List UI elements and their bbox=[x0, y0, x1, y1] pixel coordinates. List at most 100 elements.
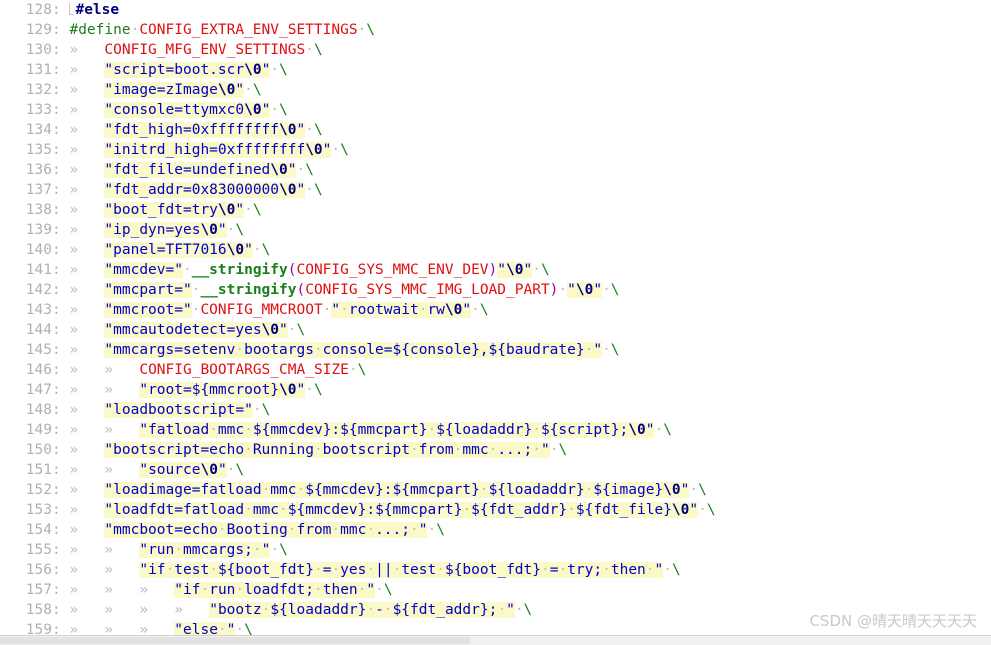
line-number: 129 bbox=[25, 22, 52, 38]
line-number-colon: : bbox=[52, 182, 70, 198]
code-line[interactable]: 144: » "mmcautodetect=yes\0"·\ bbox=[0, 320, 991, 340]
line-number-colon: : bbox=[52, 102, 70, 118]
line-number-colon: : bbox=[52, 302, 70, 318]
line-number-colon: : bbox=[52, 602, 70, 618]
code-line[interactable]: 156: » » "if·test·${boot_fdt}·=·yes·||·t… bbox=[0, 560, 991, 580]
code-line[interactable]: 133: » "console=ttymxc0\0"·\ bbox=[0, 100, 991, 120]
code-line[interactable]: 145: » "mmcargs=setenv·bootargs·console=… bbox=[0, 340, 991, 360]
code-line-content[interactable]: » » » » "bootz·${loadaddr}·-·${fdt_addr}… bbox=[69, 602, 532, 618]
line-number-colon: : bbox=[52, 462, 70, 478]
code-line-content[interactable]: » "fdt_high=0xffffffff\0"·\ bbox=[69, 122, 323, 138]
line-number: 146 bbox=[25, 362, 52, 378]
code-line-content[interactable]: » "loadimage=fatload·mmc·${mmcdev}:${mmc… bbox=[69, 482, 707, 498]
code-line[interactable]: 137: » "fdt_addr=0x83000000\0"·\ bbox=[0, 180, 991, 200]
code-line-content[interactable]: » "mmcargs=setenv·bootargs·console=${con… bbox=[69, 342, 620, 358]
line-number-colon: : bbox=[52, 42, 70, 58]
code-line-content[interactable]: » "loadfdt=fatload·mmc·${mmcdev}:${mmcpa… bbox=[69, 502, 716, 518]
code-line[interactable]: 135: » "initrd_high=0xffffffff\0"·\ bbox=[0, 140, 991, 160]
code-line-content[interactable]: » "fdt_addr=0x83000000\0"·\ bbox=[69, 182, 323, 198]
code-line-content[interactable]: » "mmcpart="·__stringify(CONFIG_SYS_MMC_… bbox=[69, 282, 620, 298]
code-editor[interactable]: 128: #else 129: #define·CONFIG_EXTRA_ENV_… bbox=[0, 0, 991, 645]
code-line[interactable]: 134: » "fdt_high=0xffffffff\0"·\ bbox=[0, 120, 991, 140]
code-line[interactable]: 141: » "mmcdev="·__stringify(CONFIG_SYS_… bbox=[0, 260, 991, 280]
line-number-colon: : bbox=[52, 502, 70, 518]
code-lines-container[interactable]: 128: #else 129: #define·CONFIG_EXTRA_ENV_… bbox=[0, 0, 991, 636]
line-number: 151 bbox=[25, 462, 52, 478]
code-line-content[interactable]: » » "run·mmcargs;·"·\ bbox=[69, 542, 288, 558]
line-number: 152 bbox=[25, 482, 52, 498]
line-number: 128 bbox=[25, 2, 52, 18]
code-line-content[interactable]: » "bootscript=echo·Running·bootscript·fr… bbox=[69, 442, 567, 458]
line-number-colon: : bbox=[52, 522, 70, 538]
line-number-colon: : bbox=[52, 62, 70, 78]
code-line-content[interactable]: » "mmcboot=echo·Booting·from·mmc·...;·"·… bbox=[69, 522, 445, 538]
code-line-content[interactable]: » "loadbootscript="·\ bbox=[69, 402, 270, 418]
code-line[interactable]: 146: » » CONFIG_BOOTARGS_CMA_SIZE·\ bbox=[0, 360, 991, 380]
line-number: 158 bbox=[25, 602, 52, 618]
code-line[interactable]: 147: » » "root=${mmcroot}\0"·\ bbox=[0, 380, 991, 400]
line-number-colon: : bbox=[52, 622, 70, 636]
line-number-colon: : bbox=[52, 262, 70, 278]
code-line-content[interactable]: #else bbox=[75, 2, 119, 18]
code-line-content[interactable]: » "image=zImage\0"·\ bbox=[69, 82, 262, 98]
line-number-colon: : bbox=[52, 482, 70, 498]
code-line[interactable]: 130: » CONFIG_MFG_ENV_SETTINGS·\ bbox=[0, 40, 991, 60]
line-number: 130 bbox=[25, 42, 52, 58]
line-number-colon: : bbox=[52, 282, 70, 298]
code-line[interactable]: 154: » "mmcboot=echo·Booting·from·mmc·..… bbox=[0, 520, 991, 540]
code-line-content[interactable]: » » » "else·"·\ bbox=[69, 622, 253, 636]
line-number: 156 bbox=[25, 562, 52, 578]
code-line-content[interactable]: » "fdt_file=undefined\0"·\ bbox=[69, 162, 314, 178]
code-line-content[interactable]: » CONFIG_MFG_ENV_SETTINGS·\ bbox=[69, 42, 322, 58]
code-line[interactable]: 149: » » "fatload·mmc·${mmcdev}:${mmcpar… bbox=[0, 420, 991, 440]
line-number: 142 bbox=[25, 282, 52, 298]
code-line-content[interactable]: » » "root=${mmcroot}\0"·\ bbox=[69, 382, 323, 398]
code-line[interactable]: 142: » "mmcpart="·__stringify(CONFIG_SYS… bbox=[0, 280, 991, 300]
code-line[interactable]: 157: » » » "if·run·loadfdt;·then·"·\ bbox=[0, 580, 991, 600]
code-line-content[interactable]: » » "if·test·${boot_fdt}·=·yes·||·test·$… bbox=[69, 562, 681, 578]
code-line[interactable]: 131: » "script=boot.scr\0"·\ bbox=[0, 60, 991, 80]
code-line[interactable]: 139: » "ip_dyn=yes\0"·\ bbox=[0, 220, 991, 240]
horizontal-scrollbar[interactable] bbox=[0, 635, 991, 645]
code-line-content[interactable]: » » » "if·run·loadfdt;·then·"·\ bbox=[69, 582, 393, 598]
code-line[interactable]: 158: » » » » "bootz·${loadaddr}·-·${fdt_… bbox=[0, 600, 991, 620]
code-line[interactable]: 155: » » "run·mmcargs;·"·\ bbox=[0, 540, 991, 560]
line-number-colon: : bbox=[52, 22, 70, 38]
code-line[interactable]: 129: #define·CONFIG_EXTRA_ENV_SETTINGS·\ bbox=[0, 20, 991, 40]
code-line[interactable]: 128: #else bbox=[0, 0, 991, 20]
line-number: 131 bbox=[25, 62, 52, 78]
code-line-content[interactable]: » » "source\0"·\ bbox=[69, 462, 244, 478]
horizontal-scrollbar-thumb[interactable] bbox=[0, 637, 470, 644]
line-number: 134 bbox=[25, 122, 52, 138]
code-line-content[interactable]: » "console=ttymxc0\0"·\ bbox=[69, 102, 288, 118]
code-line-content[interactable]: » "boot_fdt=try\0"·\ bbox=[69, 202, 262, 218]
code-line[interactable]: 152: » "loadimage=fatload·mmc·${mmcdev}:… bbox=[0, 480, 991, 500]
code-line[interactable]: 151: » » "source\0"·\ bbox=[0, 460, 991, 480]
code-line-content[interactable]: » "mmcdev="·__stringify(CONFIG_SYS_MMC_E… bbox=[69, 262, 550, 278]
code-line[interactable]: 159: » » » "else·"·\ bbox=[0, 620, 991, 636]
code-line-content[interactable]: » "mmcautodetect=yes\0"·\ bbox=[69, 322, 305, 338]
code-line-content[interactable]: » "script=boot.scr\0"·\ bbox=[69, 62, 288, 78]
line-number: 140 bbox=[25, 242, 52, 258]
code-line-content[interactable]: » "ip_dyn=yes\0"·\ bbox=[69, 222, 244, 238]
code-line-content[interactable]: » » "fatload·mmc·${mmcdev}:${mmcpart}·${… bbox=[69, 422, 672, 438]
line-number: 138 bbox=[25, 202, 52, 218]
code-line[interactable]: 143: » "mmcroot="·CONFIG_MMCROOT·"·rootw… bbox=[0, 300, 991, 320]
line-number-colon: : bbox=[52, 122, 70, 138]
code-line[interactable]: 140: » "panel=TFT7016\0"·\ bbox=[0, 240, 991, 260]
code-line-content[interactable]: » "initrd_high=0xffffffff\0"·\ bbox=[69, 142, 349, 158]
code-line-content[interactable]: » » CONFIG_BOOTARGS_CMA_SIZE·\ bbox=[69, 362, 366, 378]
code-line-content[interactable]: #define·CONFIG_EXTRA_ENV_SETTINGS·\ bbox=[69, 22, 375, 38]
line-number-colon: : bbox=[52, 382, 70, 398]
code-line[interactable]: 136: » "fdt_file=undefined\0"·\ bbox=[0, 160, 991, 180]
code-line[interactable]: 148: » "loadbootscript="·\ bbox=[0, 400, 991, 420]
code-line-content[interactable]: » "mmcroot="·CONFIG_MMCROOT·"·rootwait·r… bbox=[69, 302, 489, 318]
line-number: 141 bbox=[25, 262, 52, 278]
line-number-colon: : bbox=[52, 342, 70, 358]
line-number: 137 bbox=[25, 182, 52, 198]
code-line[interactable]: 138: » "boot_fdt=try\0"·\ bbox=[0, 200, 991, 220]
code-line[interactable]: 153: » "loadfdt=fatload·mmc·${mmcdev}:${… bbox=[0, 500, 991, 520]
code-line[interactable]: 132: » "image=zImage\0"·\ bbox=[0, 80, 991, 100]
code-line[interactable]: 150: » "bootscript=echo·Running·bootscri… bbox=[0, 440, 991, 460]
code-line-content[interactable]: » "panel=TFT7016\0"·\ bbox=[69, 242, 270, 258]
